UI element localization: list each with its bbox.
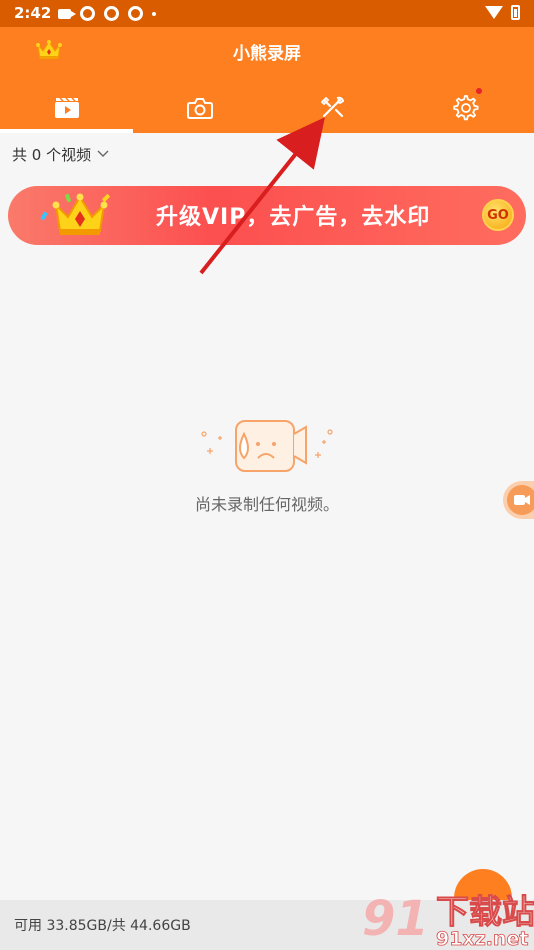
wifi-icon [485, 6, 503, 19]
video-camera-icon [514, 495, 530, 505]
app-bar: 小熊录屏 [0, 27, 534, 133]
chevron-down-icon [97, 150, 109, 157]
tab-videos[interactable] [0, 83, 133, 133]
floating-record-inner [507, 485, 534, 515]
status-bar: 2:42 [0, 0, 534, 27]
tab-settings[interactable] [399, 83, 532, 133]
watermark-text: 下载站 [436, 892, 534, 931]
battery-icon [511, 5, 520, 20]
tab-screenshots[interactable] [133, 83, 266, 133]
dot-icon [152, 11, 156, 16]
sync-icon [104, 6, 119, 21]
tools-icon [320, 96, 344, 118]
notification-badge [476, 88, 482, 94]
go-button[interactable]: GO [482, 199, 514, 231]
video-count-label: 共 0 个视频 [12, 145, 92, 164]
tab-tools[interactable] [266, 83, 399, 133]
video-camera-icon [58, 8, 76, 19]
svg-text:91: 91 [362, 891, 429, 947]
camera-icon [186, 98, 213, 119]
sad-camera-icon [201, 420, 333, 472]
sync-icon [128, 6, 143, 21]
video-list [0, 252, 534, 900]
video-list-icon [54, 97, 79, 118]
site-watermark-logo: 91 下载站 91xz.net [362, 891, 534, 950]
status-notification-icons [58, 6, 156, 21]
empty-state-message: 尚未录制任何视频。 [194, 495, 339, 514]
crown-icon [52, 193, 108, 235]
video-filter-dropdown[interactable]: 共 0 个视频 [0, 133, 534, 175]
confetti-icon [40, 211, 48, 221]
floating-record-button[interactable] [503, 481, 534, 519]
gear-icon [452, 95, 478, 121]
watermark-domain: 91xz.net [436, 928, 528, 950]
sync-icon [80, 6, 95, 21]
vip-upgrade-banner[interactable]: 升级VIP，去广告，去水印 GO [8, 186, 526, 245]
banner-text: 升级VIP，去广告，去水印 [156, 205, 431, 230]
app-title: 小熊录屏 [233, 44, 301, 64]
storage-text: 可用 33.85GB/共 44.66GB [14, 918, 191, 934]
status-system-icons [485, 5, 520, 20]
status-time: 2:42 [14, 4, 52, 22]
